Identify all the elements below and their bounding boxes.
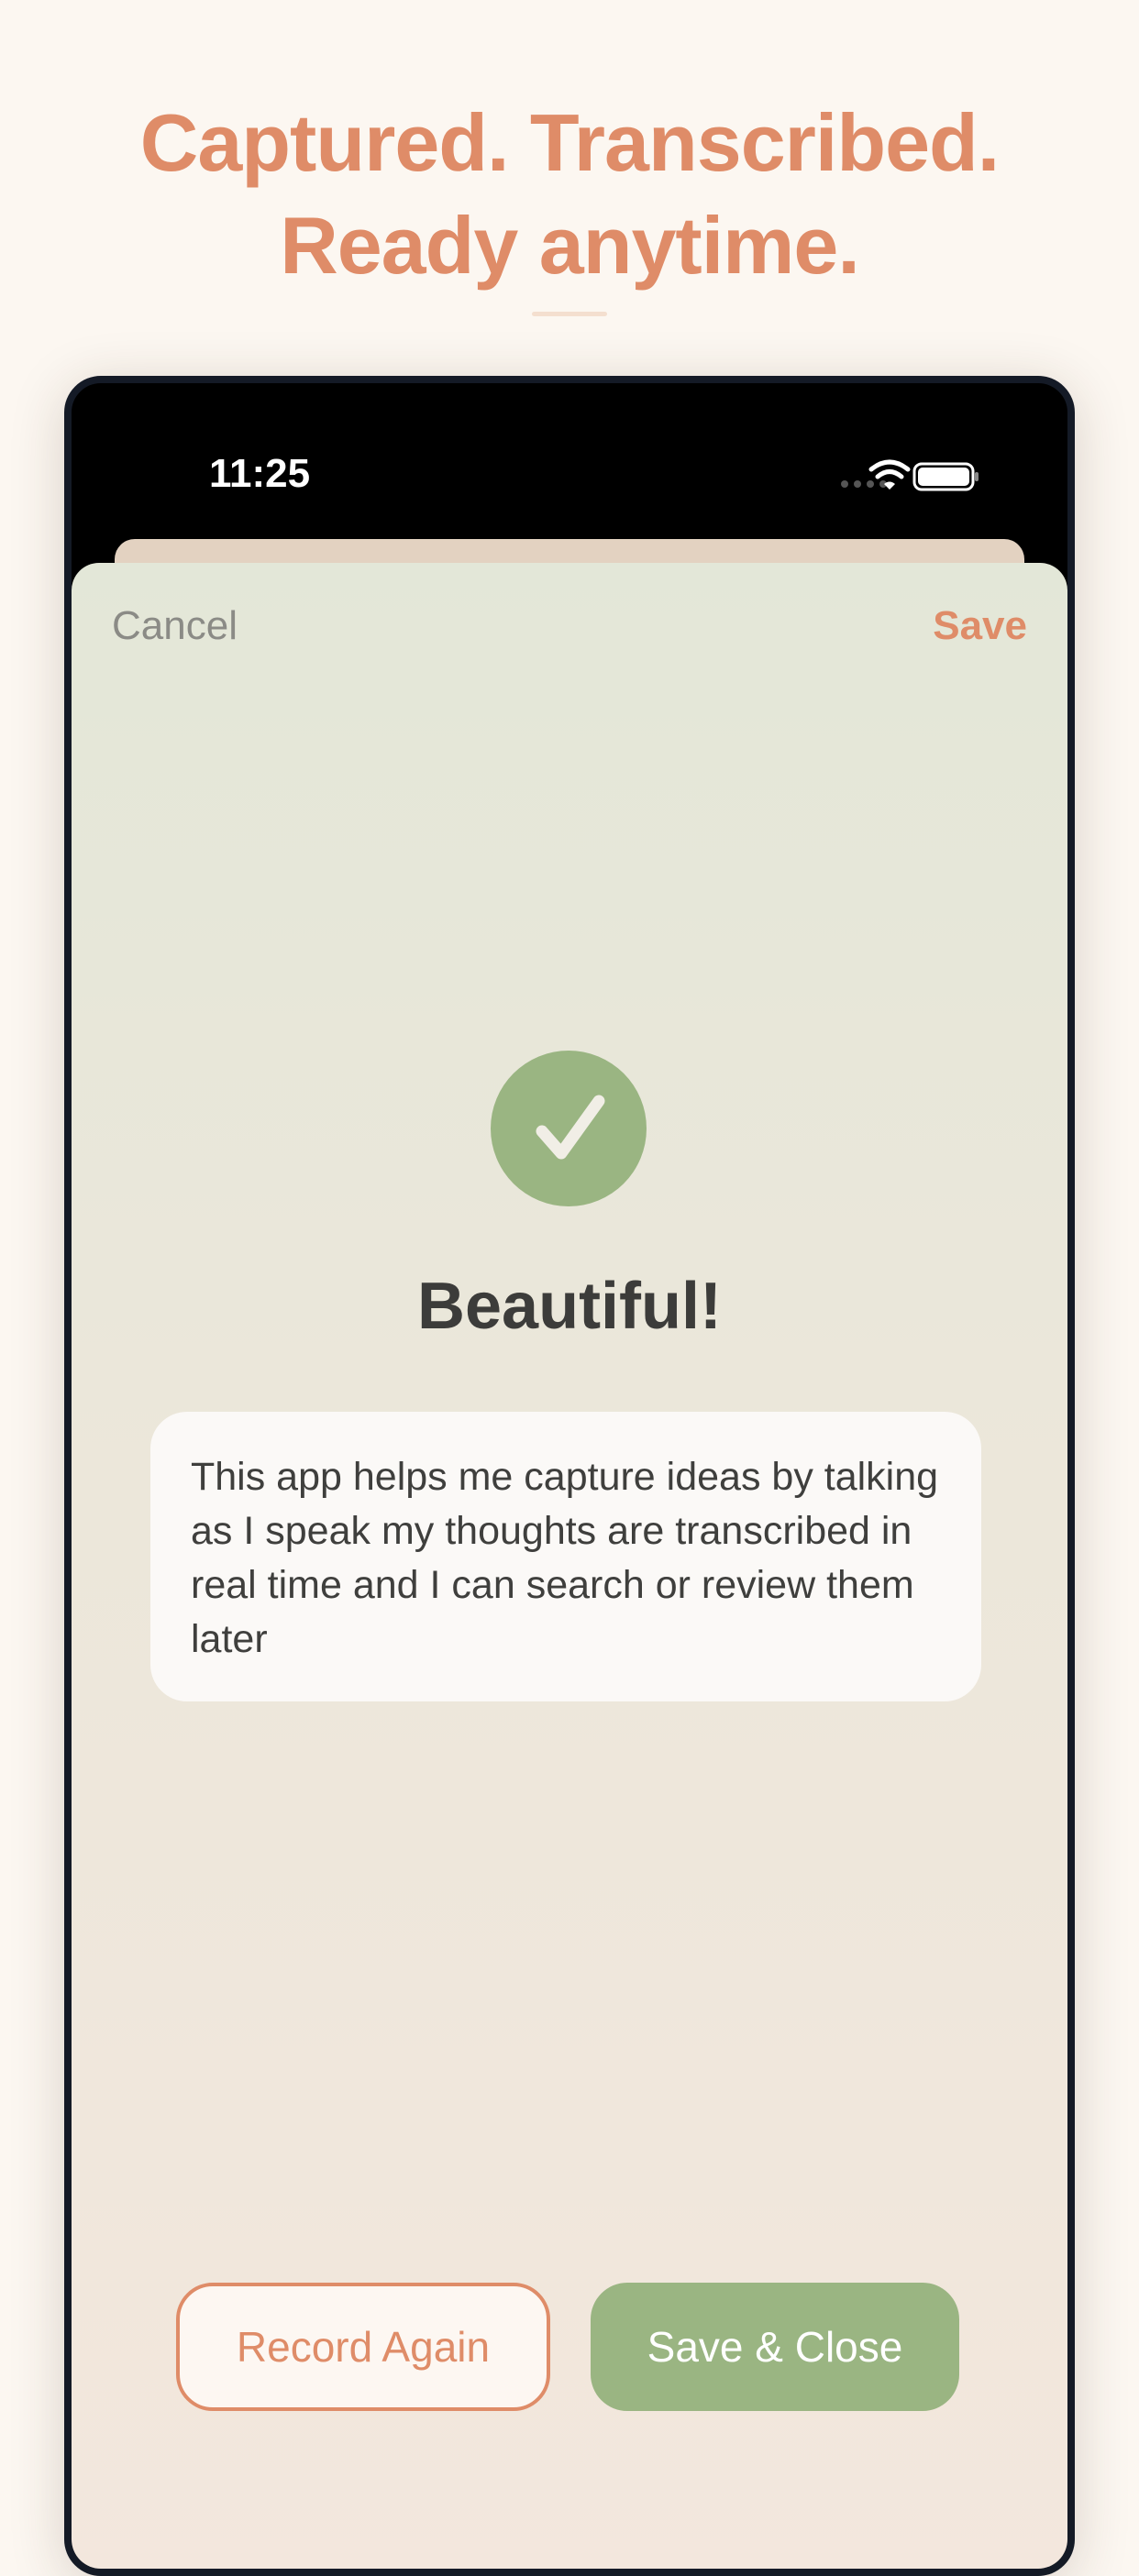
device-frame: 11:25 Cancel Save Beautiful! This app he… bbox=[64, 376, 1075, 2576]
save-and-close-button[interactable]: Save & Close bbox=[591, 2283, 959, 2411]
checkmark-icon bbox=[491, 1051, 647, 1206]
transcript-card: This app helps me capture ideas by talki… bbox=[150, 1412, 981, 1701]
battery-icon bbox=[912, 462, 979, 491]
success-title: Beautiful! bbox=[417, 1270, 722, 1343]
headline-line-2: Ready anytime. bbox=[280, 200, 860, 291]
headline: Captured. Transcribed. Ready anytime. bbox=[0, 92, 1139, 297]
cancel-button[interactable]: Cancel bbox=[112, 603, 238, 649]
status-time: 11:25 bbox=[209, 451, 311, 496]
recording-result-sheet: Cancel Save Beautiful! This app helps me… bbox=[72, 563, 1067, 2569]
save-button[interactable]: Save bbox=[933, 603, 1027, 649]
headline-line-1: Captured. Transcribed. bbox=[139, 97, 1000, 188]
wifi-icon bbox=[868, 459, 911, 490]
transcript-text: This app helps me capture ideas by talki… bbox=[191, 1455, 939, 1661]
headline-divider bbox=[532, 312, 607, 316]
record-again-button[interactable]: Record Again bbox=[176, 2283, 550, 2411]
